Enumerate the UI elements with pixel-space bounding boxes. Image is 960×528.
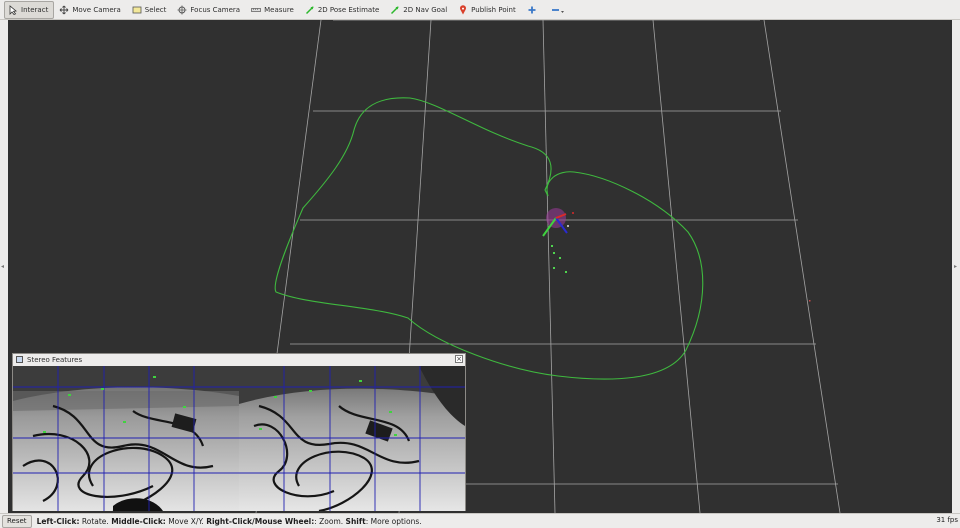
add-tool-button[interactable]: [523, 1, 546, 19]
minus-dropdown-icon: [551, 5, 565, 15]
trajectory-path: [274, 97, 704, 380]
select-icon: [132, 5, 142, 15]
tool-2d-nav-goal-label: 2D Nav Goal: [403, 5, 448, 14]
fps-counter: 31 fps: [936, 516, 958, 524]
panel-title: Stereo Features: [27, 355, 83, 364]
reset-button[interactable]: Reset: [2, 514, 32, 528]
right-panel-handle[interactable]: ▸: [954, 263, 960, 271]
help-shift: Shift: [345, 516, 366, 526]
left-panel-handle[interactable]: ◂: [1, 263, 7, 271]
cursor-icon: [8, 4, 18, 15]
tool-2d-pose-estimate[interactable]: 2D Pose Estimate: [301, 1, 385, 19]
left-camera-image: [13, 366, 239, 511]
green-arrow-icon: [390, 5, 400, 15]
tool-publish-point-label: Publish Point: [471, 5, 516, 14]
feature-points: [551, 245, 567, 273]
tool-move-camera[interactable]: Move Camera: [55, 1, 126, 19]
tool-publish-point[interactable]: Publish Point: [454, 1, 522, 19]
status-bar: Reset Left-Click: Rotate. Middle-Click: …: [0, 513, 960, 528]
close-icon[interactable]: ×: [455, 355, 463, 363]
move-camera-icon: [59, 5, 69, 15]
help-middle-click: Middle-Click:: [111, 516, 166, 526]
plus-icon: [527, 5, 537, 15]
ruler-icon: [251, 5, 261, 15]
help-right-click: Right-Click/Mouse Wheel:: [206, 516, 315, 526]
green-arrow-icon: [305, 5, 315, 15]
tool-measure-label: Measure: [264, 5, 294, 14]
help-middle-click-desc: Move X/Y.: [165, 516, 207, 526]
tool-focus-camera-label: Focus Camera: [190, 5, 241, 14]
tool-measure[interactable]: Measure: [247, 1, 300, 19]
toolbar: Interact Move Camera Select Focus Camera…: [0, 0, 960, 20]
image-icon: [16, 356, 23, 363]
help-left-click-desc: Rotate.: [79, 516, 112, 526]
tool-select-label: Select: [144, 5, 167, 14]
map-pin-icon: [458, 4, 468, 15]
help-left-click: Left-Click:: [36, 516, 80, 526]
tool-focus-camera[interactable]: Focus Camera: [173, 1, 246, 19]
right-camera-image: [239, 366, 465, 511]
tool-interact[interactable]: Interact: [4, 0, 55, 19]
stereo-features-panel: Stereo Features ×: [12, 353, 466, 511]
tool-select[interactable]: Select: [128, 1, 173, 19]
remove-tool-menu[interactable]: [547, 1, 574, 19]
panel-titlebar[interactable]: Stereo Features ×: [13, 354, 465, 365]
tool-2d-pose-estimate-label: 2D Pose Estimate: [317, 5, 380, 14]
tool-move-camera-label: Move Camera: [72, 5, 121, 14]
focus-camera-icon: [177, 5, 187, 15]
help-right-click-desc: : Zoom.: [314, 516, 346, 526]
tool-2d-nav-goal[interactable]: 2D Nav Goal: [386, 1, 453, 19]
mouse-help-text: Left-Click: Rotate. Middle-Click: Move X…: [37, 517, 422, 526]
tool-interact-label: Interact: [21, 5, 49, 14]
help-shift-desc: : More options.: [365, 516, 422, 526]
